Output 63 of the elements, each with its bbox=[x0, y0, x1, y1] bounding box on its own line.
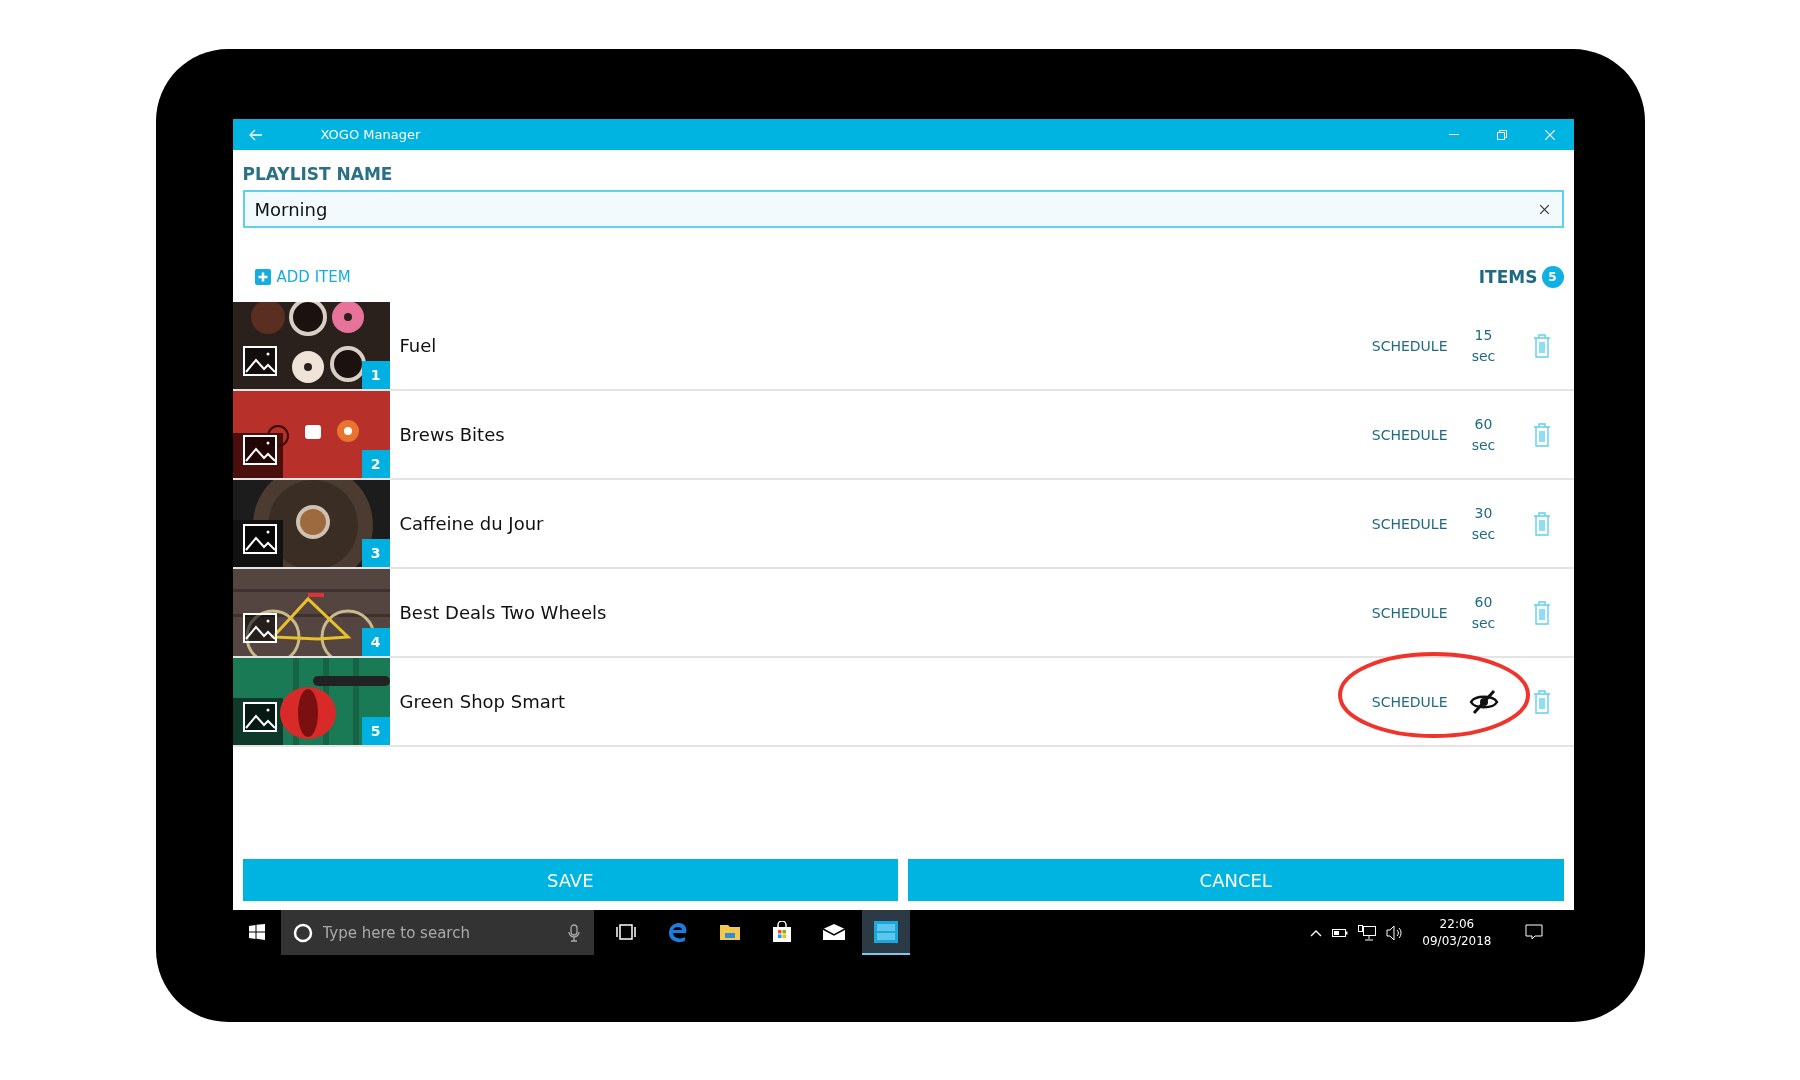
taskbar-app[interactable] bbox=[861, 910, 910, 955]
trash-icon bbox=[1532, 600, 1551, 625]
schedule-button[interactable]: SCHEDULE bbox=[1371, 426, 1448, 443]
schedule-button[interactable]: SCHEDULE bbox=[1371, 604, 1448, 621]
trash-icon bbox=[1532, 422, 1551, 447]
playlist-row[interactable]: 4 Best Deals Two Wheels SCHEDULE 60 sec bbox=[232, 569, 1574, 658]
item-number: 3 bbox=[361, 539, 390, 567]
restore-icon bbox=[1496, 129, 1507, 140]
minimize-icon bbox=[1448, 133, 1459, 136]
field-label: PLAYLIST NAME bbox=[242, 164, 394, 184]
duration-label: 30 sec bbox=[1470, 503, 1497, 544]
item-number: 1 bbox=[361, 361, 390, 389]
image-icon bbox=[242, 346, 277, 376]
plus-icon bbox=[254, 269, 271, 285]
item-name: Best Deals Two Wheels bbox=[399, 602, 607, 623]
duration-label: 60 sec bbox=[1470, 592, 1497, 633]
windows-icon bbox=[248, 923, 265, 940]
clock-time: 22:06 bbox=[1439, 915, 1475, 933]
battery-icon bbox=[1332, 927, 1349, 938]
close-icon bbox=[1540, 204, 1549, 214]
speaker-icon bbox=[1386, 924, 1405, 941]
speech-bubble-icon bbox=[1524, 923, 1543, 940]
chevron-up-icon bbox=[1310, 928, 1323, 937]
playlist-name-field[interactable]: Morning bbox=[242, 190, 1564, 228]
playlist-row[interactable]: 2 Brews Bites SCHEDULE 60 sec bbox=[232, 391, 1574, 480]
back-arrow-icon bbox=[248, 128, 263, 141]
item-name: Green Shop Smart bbox=[399, 691, 566, 712]
task-view-icon bbox=[614, 923, 637, 940]
schedule-button[interactable]: SCHEDULE bbox=[1371, 515, 1448, 532]
schedule-button[interactable]: SCHEDULE bbox=[1371, 693, 1448, 710]
image-icon bbox=[242, 524, 277, 554]
app-tile-icon bbox=[873, 920, 898, 943]
count-badge: 5 bbox=[1541, 266, 1564, 288]
item-number: 5 bbox=[361, 717, 390, 745]
trash-icon bbox=[1532, 333, 1551, 358]
network-icon bbox=[1358, 924, 1377, 941]
item-name: Fuel bbox=[399, 335, 437, 356]
duration-label: 15 sec bbox=[1470, 325, 1497, 366]
taskbar-search-field[interactable]: Type here to search bbox=[280, 910, 594, 955]
item-name: Brews Bites bbox=[399, 424, 505, 445]
window-title: XOGO Manager bbox=[320, 127, 421, 142]
item-number: 4 bbox=[361, 628, 390, 656]
image-icon bbox=[242, 613, 277, 643]
trash-icon bbox=[1532, 689, 1551, 714]
folder-icon bbox=[718, 922, 741, 941]
shopping-bag-icon bbox=[770, 920, 793, 943]
playlist-row[interactable]: 5 Green Shop Smart SCHEDULE bbox=[232, 658, 1574, 747]
eye-off-icon bbox=[1468, 688, 1499, 715]
item-name: Caffeine du Jour bbox=[399, 513, 544, 534]
close-icon bbox=[1544, 129, 1555, 140]
circle-icon bbox=[292, 922, 313, 943]
mail-icon bbox=[821, 922, 846, 941]
playlist-row[interactable]: 1 Fuel SCHEDULE 15 sec bbox=[232, 302, 1574, 391]
clock-date: 09/03/2018 bbox=[1422, 932, 1492, 950]
item-number: 2 bbox=[361, 450, 390, 478]
trash-icon bbox=[1532, 511, 1551, 536]
microphone-icon bbox=[567, 923, 580, 942]
items-label: ITEMS bbox=[1478, 267, 1538, 287]
image-icon bbox=[242, 435, 277, 465]
schedule-button[interactable]: SCHEDULE bbox=[1371, 337, 1448, 354]
image-icon bbox=[242, 702, 277, 732]
duration-label: 60 sec bbox=[1470, 414, 1497, 455]
browser-icon bbox=[666, 920, 689, 943]
